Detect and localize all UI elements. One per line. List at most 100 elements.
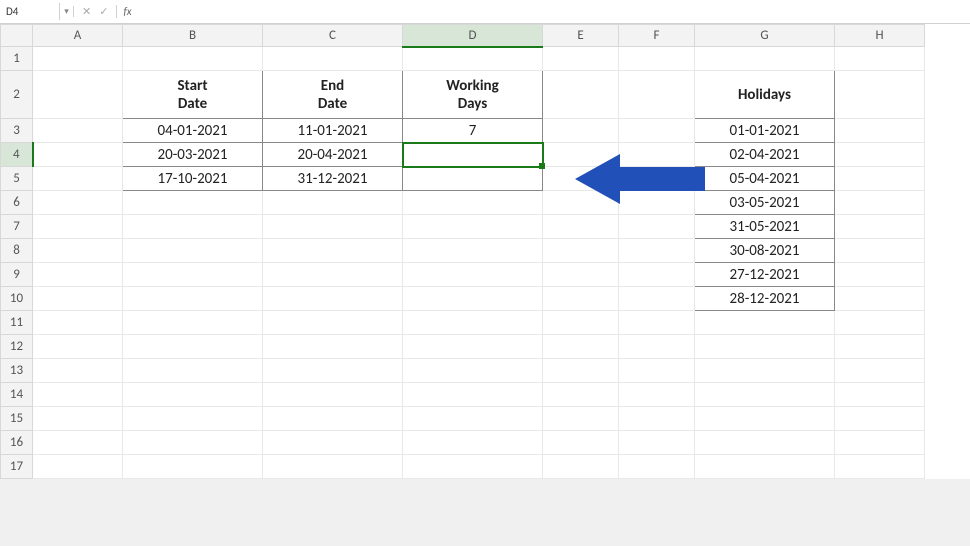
cell-E9[interactable] bbox=[543, 263, 619, 287]
cell-H13[interactable] bbox=[835, 359, 925, 383]
cell-H6[interactable] bbox=[835, 191, 925, 215]
cell-E5[interactable] bbox=[543, 167, 619, 191]
cell-B8[interactable] bbox=[123, 239, 263, 263]
cell-G12[interactable] bbox=[695, 335, 835, 359]
row-header-12[interactable]: 12 bbox=[1, 335, 33, 359]
holiday-cell[interactable]: 30-08-2021 bbox=[695, 239, 835, 263]
row-header-2[interactable]: 2 bbox=[1, 71, 33, 119]
cell-H4[interactable] bbox=[835, 143, 925, 167]
cell-H3[interactable] bbox=[835, 119, 925, 143]
start-date-cell[interactable]: 20-03-2021 bbox=[123, 143, 263, 167]
cell-F3[interactable] bbox=[619, 119, 695, 143]
start-date-cell[interactable]: 04-01-2021 bbox=[123, 119, 263, 143]
cell-B7[interactable] bbox=[123, 215, 263, 239]
header-start-date[interactable]: StartDate bbox=[123, 71, 263, 119]
row-header-8[interactable]: 8 bbox=[1, 239, 33, 263]
cell-E4[interactable] bbox=[543, 143, 619, 167]
holiday-cell[interactable]: 27-12-2021 bbox=[695, 263, 835, 287]
cell-B17[interactable] bbox=[123, 455, 263, 479]
cell-C12[interactable] bbox=[263, 335, 403, 359]
cell-A13[interactable] bbox=[33, 359, 123, 383]
cell-A10[interactable] bbox=[33, 287, 123, 311]
cell-C14[interactable] bbox=[263, 383, 403, 407]
cell-E7[interactable] bbox=[543, 215, 619, 239]
row-header-7[interactable]: 7 bbox=[1, 215, 33, 239]
cell-B13[interactable] bbox=[123, 359, 263, 383]
cell-B14[interactable] bbox=[123, 383, 263, 407]
cell-F1[interactable] bbox=[619, 47, 695, 71]
cell-G14[interactable] bbox=[695, 383, 835, 407]
cell-E6[interactable] bbox=[543, 191, 619, 215]
working-days-cell[interactable]: 7 bbox=[403, 119, 543, 143]
row-header-9[interactable]: 9 bbox=[1, 263, 33, 287]
column-header-G[interactable]: G bbox=[695, 25, 835, 47]
cell-F5[interactable] bbox=[619, 167, 695, 191]
cell-A16[interactable] bbox=[33, 431, 123, 455]
cell-H17[interactable] bbox=[835, 455, 925, 479]
cell-F8[interactable] bbox=[619, 239, 695, 263]
cell-F13[interactable] bbox=[619, 359, 695, 383]
cell-A12[interactable] bbox=[33, 335, 123, 359]
column-header-E[interactable]: E bbox=[543, 25, 619, 47]
cancel-icon[interactable]: ✕ bbox=[82, 5, 91, 18]
cell-H8[interactable] bbox=[835, 239, 925, 263]
cell-F15[interactable] bbox=[619, 407, 695, 431]
cell-H9[interactable] bbox=[835, 263, 925, 287]
cell-B1[interactable] bbox=[123, 47, 263, 71]
holiday-cell[interactable]: 05-04-2021 bbox=[695, 167, 835, 191]
cell-A3[interactable] bbox=[33, 119, 123, 143]
column-header-C[interactable]: C bbox=[263, 25, 403, 47]
cell-D11[interactable] bbox=[403, 311, 543, 335]
cell-C9[interactable] bbox=[263, 263, 403, 287]
cell-F10[interactable] bbox=[619, 287, 695, 311]
cell-F17[interactable] bbox=[619, 455, 695, 479]
fx-label[interactable]: fx bbox=[117, 5, 137, 18]
row-header-16[interactable]: 16 bbox=[1, 431, 33, 455]
column-header-A[interactable]: A bbox=[33, 25, 123, 47]
holiday-cell[interactable]: 01-01-2021 bbox=[695, 119, 835, 143]
cell-D10[interactable] bbox=[403, 287, 543, 311]
row-header-17[interactable]: 17 bbox=[1, 455, 33, 479]
cell-A6[interactable] bbox=[33, 191, 123, 215]
holiday-cell[interactable]: 28-12-2021 bbox=[695, 287, 835, 311]
cell-E17[interactable] bbox=[543, 455, 619, 479]
cell-C8[interactable] bbox=[263, 239, 403, 263]
cell-A2[interactable] bbox=[33, 71, 123, 119]
cell-E3[interactable] bbox=[543, 119, 619, 143]
cell-E15[interactable] bbox=[543, 407, 619, 431]
name-box[interactable]: D4 bbox=[0, 3, 60, 20]
cell-F9[interactable] bbox=[619, 263, 695, 287]
cell-B11[interactable] bbox=[123, 311, 263, 335]
cell-H14[interactable] bbox=[835, 383, 925, 407]
cell-C11[interactable] bbox=[263, 311, 403, 335]
cell-G16[interactable] bbox=[695, 431, 835, 455]
cell-C6[interactable] bbox=[263, 191, 403, 215]
end-date-cell[interactable]: 31-12-2021 bbox=[263, 167, 403, 191]
cell-E10[interactable] bbox=[543, 287, 619, 311]
cell-C13[interactable] bbox=[263, 359, 403, 383]
row-header-6[interactable]: 6 bbox=[1, 191, 33, 215]
cell-D16[interactable] bbox=[403, 431, 543, 455]
holiday-cell[interactable]: 02-04-2021 bbox=[695, 143, 835, 167]
row-header-14[interactable]: 14 bbox=[1, 383, 33, 407]
cell-D8[interactable] bbox=[403, 239, 543, 263]
holiday-cell[interactable]: 03-05-2021 bbox=[695, 191, 835, 215]
cell-C7[interactable] bbox=[263, 215, 403, 239]
cell-A17[interactable] bbox=[33, 455, 123, 479]
cell-F11[interactable] bbox=[619, 311, 695, 335]
cell-H11[interactable] bbox=[835, 311, 925, 335]
cell-E16[interactable] bbox=[543, 431, 619, 455]
start-date-cell[interactable]: 17-10-2021 bbox=[123, 167, 263, 191]
cell-F4[interactable] bbox=[619, 143, 695, 167]
cell-A9[interactable] bbox=[33, 263, 123, 287]
cell-E14[interactable] bbox=[543, 383, 619, 407]
end-date-cell[interactable]: 11-01-2021 bbox=[263, 119, 403, 143]
cell-B15[interactable] bbox=[123, 407, 263, 431]
cell-D14[interactable] bbox=[403, 383, 543, 407]
end-date-cell[interactable]: 20-04-2021 bbox=[263, 143, 403, 167]
cell-C1[interactable] bbox=[263, 47, 403, 71]
row-header-3[interactable]: 3 bbox=[1, 119, 33, 143]
cell-B12[interactable] bbox=[123, 335, 263, 359]
cell-H15[interactable] bbox=[835, 407, 925, 431]
cell-H10[interactable] bbox=[835, 287, 925, 311]
